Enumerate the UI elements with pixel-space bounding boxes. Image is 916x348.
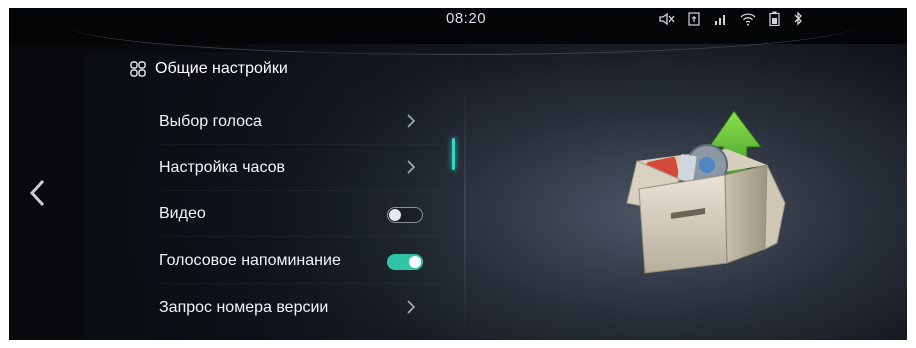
back-button[interactable] (29, 179, 45, 211)
clock: 08:20 (446, 10, 487, 27)
setting-version-query[interactable]: Запрос номера версии (159, 291, 439, 327)
bluetooth-icon[interactable] (793, 11, 803, 26)
chevron-right-icon (407, 160, 415, 174)
row-separator (159, 283, 444, 284)
chevron-left-icon (29, 179, 45, 207)
toggle-knob (389, 209, 401, 221)
setting-video[interactable]: Видео (159, 197, 439, 233)
settings-title-label: Общие настройки (155, 60, 288, 77)
chevron-right-icon (407, 114, 415, 128)
chevron-right-icon (407, 300, 415, 314)
video-toggle[interactable] (387, 207, 423, 223)
toggle-knob (409, 256, 421, 268)
status-bar: 08:20 (9, 8, 907, 55)
voice-reminder-toggle[interactable] (387, 254, 423, 270)
grid-icon (130, 61, 146, 77)
row-separator (159, 190, 444, 191)
setting-voice-selection[interactable]: Выбор голоса (159, 105, 439, 141)
volume-muted-icon[interactable] (659, 12, 675, 26)
status-icons (659, 11, 803, 26)
row-separator (159, 236, 444, 237)
battery-icon (769, 11, 780, 26)
status-bar-curve (64, 24, 859, 55)
settings-title: Общие настройки (130, 60, 288, 78)
setting-label: Голосовое напоминание (159, 252, 341, 269)
scroll-indicator[interactable] (452, 138, 455, 170)
sim-card-icon (688, 11, 700, 26)
setting-label: Выбор голоса (159, 113, 262, 130)
wifi-icon (740, 12, 756, 26)
signal-icon (713, 12, 727, 26)
row-separator (159, 144, 444, 145)
setting-voice-reminder[interactable]: Голосовое напоминание (159, 244, 439, 280)
setting-label: Видео (159, 205, 206, 222)
software-update-box-icon: A (609, 103, 799, 288)
setting-clock-settings[interactable]: Настройка часов (159, 151, 439, 187)
setting-label: Настройка часов (159, 159, 286, 176)
panel-divider (464, 78, 466, 340)
screen: 08:20 Общие настройки Выбор голоса Настр… (9, 8, 907, 340)
setting-label: Запрос номера версии (159, 299, 329, 316)
